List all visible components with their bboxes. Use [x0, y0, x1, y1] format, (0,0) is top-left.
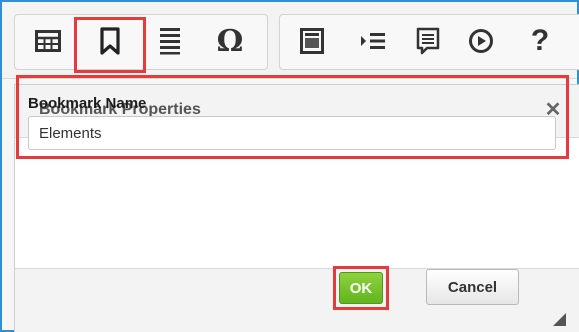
table-icon	[35, 30, 61, 52]
bookmark-name-label: Bookmark Name	[28, 95, 147, 112]
play-icon	[469, 29, 493, 53]
horizontal-rule-button[interactable]	[150, 21, 190, 61]
help-icon: ?	[530, 24, 550, 57]
table-button[interactable]	[28, 21, 68, 61]
editor-toolbar: Ω ?	[2, 2, 579, 79]
horizontal-lines-icon	[160, 28, 180, 55]
indent-button[interactable]	[353, 21, 393, 61]
ok-button[interactable]: OK	[339, 272, 383, 304]
iframe-button[interactable]	[292, 21, 332, 61]
editor-frame: Ω ? Bookmark Properties ✕ Bookmark Name …	[0, 0, 579, 332]
cancel-button[interactable]: Cancel	[426, 269, 519, 305]
iframe-icon	[300, 28, 324, 54]
comment-button[interactable]	[408, 21, 448, 61]
bookmark-button-highlight	[74, 17, 146, 73]
help-button[interactable]: ?	[520, 21, 560, 61]
special-character-button[interactable]: Ω	[210, 21, 250, 61]
bookmark-name-input[interactable]	[28, 116, 556, 150]
indent-list-icon	[361, 33, 385, 49]
resize-handle-icon[interactable]	[549, 309, 567, 327]
special-character-icon: Ω	[216, 23, 244, 59]
comment-icon	[416, 27, 440, 55]
media-button[interactable]	[461, 21, 501, 61]
